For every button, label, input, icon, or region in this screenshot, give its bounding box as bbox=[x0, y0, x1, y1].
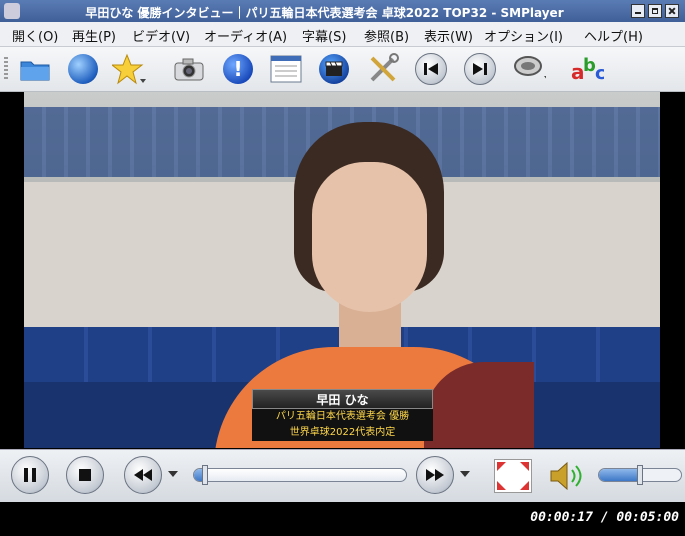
menu-browse[interactable]: 参照(B) bbox=[364, 26, 409, 45]
info-icon: ! bbox=[223, 54, 253, 84]
folder-icon bbox=[20, 61, 50, 81]
menu-bar: 開く(O) 再生(P) ビデオ(V) オーディオ(A) 字幕(S) 参照(B) … bbox=[0, 22, 685, 47]
globe-icon bbox=[68, 54, 98, 84]
audio-track-icon bbox=[514, 56, 546, 79]
video-clapper-icon bbox=[319, 54, 349, 84]
audio-track-button[interactable] bbox=[512, 52, 546, 86]
favorites-button[interactable] bbox=[112, 52, 146, 86]
menu-audio[interactable]: オーディオ(A) bbox=[204, 26, 287, 45]
seek-slider[interactable] bbox=[193, 468, 407, 482]
stop-icon bbox=[79, 469, 91, 481]
menu-options[interactable]: オプション(I) bbox=[484, 26, 563, 45]
svg-text:c: c bbox=[595, 63, 604, 84]
info-button[interactable]: ! bbox=[221, 52, 255, 86]
screenshot-button[interactable] bbox=[172, 52, 206, 86]
menu-open[interactable]: 開く(O) bbox=[12, 26, 58, 45]
subtitle-abc-icon: ab c bbox=[571, 55, 604, 84]
mute-button[interactable] bbox=[547, 459, 587, 493]
volume-handle[interactable] bbox=[637, 465, 643, 485]
rewind-menu-chevron-down-icon[interactable] bbox=[168, 471, 178, 477]
forward-menu-chevron-down-icon[interactable] bbox=[460, 471, 470, 477]
rewind-button[interactable] bbox=[124, 456, 162, 494]
open-file-button[interactable] bbox=[18, 52, 52, 86]
smplayer-app-icon[interactable] bbox=[4, 3, 20, 19]
volume-level-fill bbox=[599, 469, 640, 481]
previous-track-icon bbox=[415, 53, 447, 85]
fullscreen-button[interactable] bbox=[494, 459, 532, 493]
caption-line-2: 世界卓球2022代表内定 bbox=[252, 425, 433, 441]
menu-view[interactable]: 表示(W) bbox=[424, 26, 473, 45]
title-bar[interactable]: 早田ひな 優勝インタビュー｜パリ五輪日本代表選考会 卓球2022 TOP32 -… bbox=[0, 0, 685, 22]
open-url-button[interactable] bbox=[66, 52, 100, 86]
close-button[interactable] bbox=[665, 4, 679, 18]
forward-button[interactable] bbox=[416, 456, 454, 494]
menu-subtitles[interactable]: 字幕(S) bbox=[302, 26, 346, 45]
video-caption-overlay: 早田 ひな パリ五輪日本代表選考会 優勝 世界卓球2022代表内定 bbox=[252, 389, 433, 441]
video-equalizer-button[interactable] bbox=[317, 52, 351, 86]
menu-play[interactable]: 再生(P) bbox=[72, 26, 116, 45]
menu-video[interactable]: ビデオ(V) bbox=[132, 26, 190, 45]
playback-controls bbox=[0, 449, 685, 502]
pause-icon bbox=[24, 468, 36, 482]
preferences-tools-icon bbox=[370, 53, 399, 82]
menu-help[interactable]: ヘルプ(H) bbox=[584, 26, 643, 45]
stop-button[interactable] bbox=[66, 456, 104, 494]
next-track-icon bbox=[464, 53, 496, 85]
toolbar-grip-icon[interactable] bbox=[4, 57, 8, 81]
preferences-button[interactable] bbox=[366, 52, 400, 86]
subtitle-track-button[interactable]: abc bbox=[570, 52, 604, 86]
time-display: 00:00:17 / 00:05:00 bbox=[530, 510, 679, 525]
fast-forward-icon bbox=[426, 469, 444, 481]
screenshot-camera-icon bbox=[174, 58, 204, 81]
seek-handle[interactable] bbox=[202, 465, 209, 485]
next-button[interactable] bbox=[463, 52, 497, 86]
rewind-icon bbox=[134, 469, 152, 481]
clapper-glyph-icon bbox=[325, 61, 343, 76]
caption-line-1: パリ五輪日本代表選考会 優勝 bbox=[252, 409, 433, 425]
face-shape bbox=[312, 162, 427, 312]
status-bar: 00:00:17 / 00:05:00 bbox=[0, 502, 685, 536]
playlist-button[interactable] bbox=[269, 52, 303, 86]
playlist-icon bbox=[270, 55, 302, 83]
speaker-volume-icon bbox=[550, 461, 582, 491]
fullscreen-expand-icon bbox=[497, 462, 529, 490]
maximize-button[interactable] bbox=[648, 4, 662, 18]
favorites-star-icon bbox=[112, 53, 146, 85]
previous-button[interactable] bbox=[414, 52, 448, 86]
main-toolbar: ! abc bbox=[0, 47, 685, 92]
pause-button[interactable] bbox=[11, 456, 49, 494]
caption-name: 早田 ひな bbox=[252, 389, 433, 409]
minimize-button[interactable] bbox=[631, 4, 645, 18]
window-title: 早田ひな 優勝インタビュー｜パリ五輪日本代表選考会 卓球2022 TOP32 -… bbox=[85, 6, 564, 20]
